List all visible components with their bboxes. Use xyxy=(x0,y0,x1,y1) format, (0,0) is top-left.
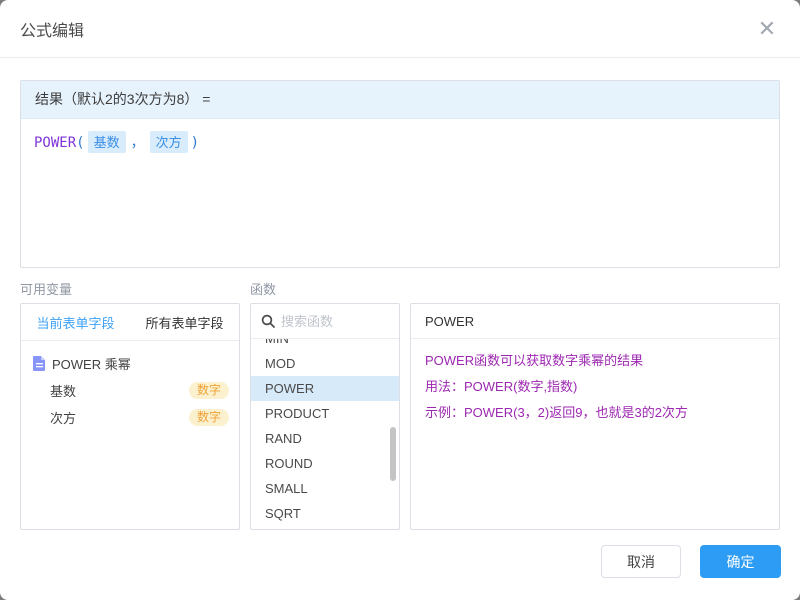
dialog-header: 公式编辑 ✕ xyxy=(0,0,800,58)
scrollbar-thumb[interactable] xyxy=(390,427,396,481)
function-list: MIN MOD POWER PRODUCT RAND ROUND SMALL S… xyxy=(251,339,399,529)
result-label: 结果（默认2的3次方为8） = xyxy=(21,81,779,119)
document-icon xyxy=(33,356,46,371)
tab-current-form-fields[interactable]: 当前表单字段 xyxy=(21,304,130,340)
formula-editor-box: 结果（默认2的3次方为8） = POWER(基数 ， 次方) xyxy=(20,80,780,268)
confirm-button[interactable]: 确定 xyxy=(700,545,781,578)
tab-all-form-fields[interactable]: 所有表单字段 xyxy=(130,304,239,340)
detail-summary-line: POWER函数可以获取数字乘幂的结果 xyxy=(425,348,765,374)
formula-function-name: POWER xyxy=(34,135,76,151)
search-input[interactable] xyxy=(281,314,381,329)
function-detail-panel: POWER POWER函数可以获取数字乘幂的结果 用法：POWER(数字,指数)… xyxy=(410,303,780,530)
close-icon[interactable]: ✕ xyxy=(752,14,782,44)
function-item-product[interactable]: PRODUCT xyxy=(251,401,399,426)
field-type-badge: 数字 xyxy=(189,382,229,399)
variables-section-label: 可用变量 xyxy=(20,279,72,298)
functions-section-label: 函数 xyxy=(250,279,276,298)
functions-panel: MIN MOD POWER PRODUCT RAND ROUND SMALL S… xyxy=(250,303,400,530)
tree-item-label: 基数 xyxy=(50,381,189,400)
tree-root-item[interactable]: POWER 乘幂 xyxy=(21,350,239,377)
variables-tree: POWER 乘幂 基数 数字 次方 数字 xyxy=(21,341,239,431)
variables-panel: 当前表单字段 所有表单字段 POWER 乘幂 基数 数字 次方 数字 xyxy=(20,303,240,530)
tree-item-base[interactable]: 基数 数字 xyxy=(21,377,239,404)
formula-arg-base[interactable]: 基数 xyxy=(88,131,126,153)
function-search-row xyxy=(251,304,399,339)
detail-usage-line: 用法：POWER(数字,指数) xyxy=(425,374,765,400)
open-paren: ( xyxy=(76,135,84,151)
close-paren: ) xyxy=(191,135,199,151)
tree-item-exponent[interactable]: 次方 数字 xyxy=(21,404,239,431)
formula-edit-dialog: 公式编辑 ✕ 结果（默认2的3次方为8） = POWER(基数，次方) 可用变量… xyxy=(0,0,800,600)
dialog-title: 公式编辑 xyxy=(20,17,84,41)
variables-tabs: 当前表单字段 所有表单字段 xyxy=(21,304,239,341)
detail-description: POWER函数可以获取数字乘幂的结果 用法：POWER(数字,指数) 示例：PO… xyxy=(411,339,779,435)
tree-root-label: POWER 乘幂 xyxy=(52,354,131,373)
detail-example-line: 示例：POWER(3，2)返回9，也就是3的2次方 xyxy=(425,400,765,426)
function-item-min[interactable]: MIN xyxy=(251,339,399,351)
search-icon xyxy=(261,314,275,328)
function-item-rand[interactable]: RAND xyxy=(251,426,399,451)
formula-code-area[interactable]: POWER(基数 ， 次方) xyxy=(21,119,779,165)
formula-arg-exponent[interactable]: 次方 xyxy=(150,131,188,153)
function-item-round[interactable]: ROUND xyxy=(251,451,399,476)
function-item-small[interactable]: SMALL xyxy=(251,476,399,501)
function-item-power[interactable]: POWER xyxy=(251,376,399,401)
field-type-badge: 数字 xyxy=(189,409,229,426)
tree-item-label: 次方 xyxy=(50,408,189,427)
detail-function-name: POWER xyxy=(411,304,779,339)
function-item-sqrt[interactable]: SQRT xyxy=(251,501,399,526)
formula-comma: ， xyxy=(131,135,145,151)
function-item-mod[interactable]: MOD xyxy=(251,351,399,376)
cancel-button[interactable]: 取消 xyxy=(601,545,681,578)
